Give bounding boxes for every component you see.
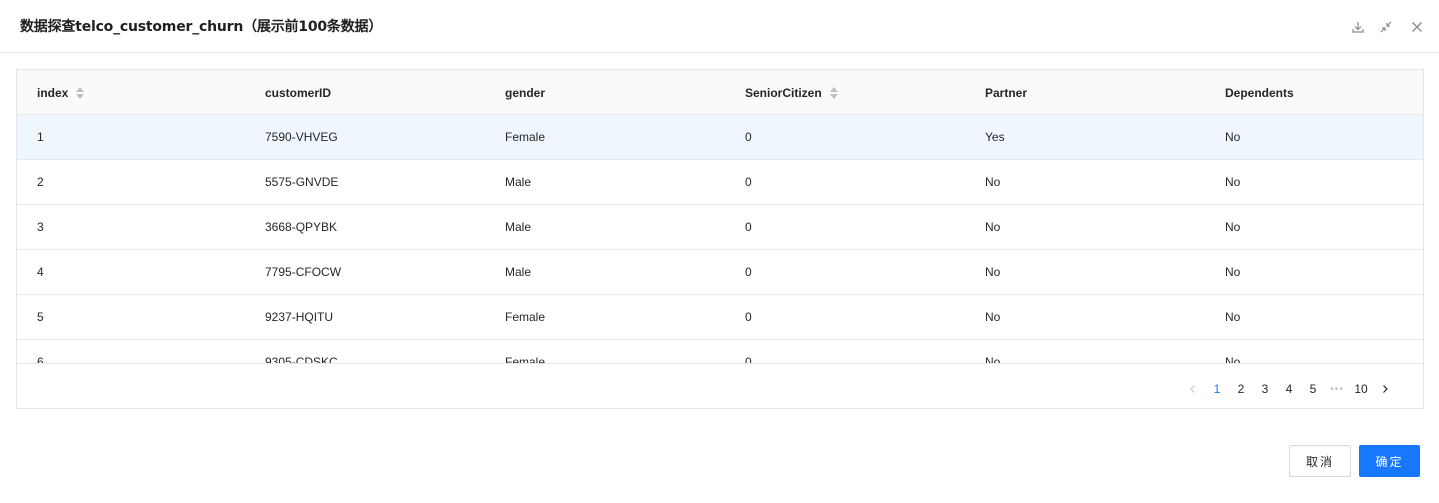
cell-customerid: 7590-VHVEG <box>265 130 338 144</box>
cell-gender: Female <box>505 310 546 324</box>
cell-partner: No <box>985 265 1001 279</box>
cell-partner: Yes <box>985 130 1005 144</box>
chevron-right-icon <box>1383 385 1388 393</box>
page-1-button[interactable]: 1 <box>1205 377 1229 401</box>
download-icon[interactable] <box>1351 20 1365 34</box>
table-row[interactable]: 2 5575-GNVDE Male 0 No No <box>17 160 1423 205</box>
cell-index: 5 <box>37 310 44 324</box>
cell-index: 2 <box>37 175 44 189</box>
column-header-gender: gender <box>505 70 545 115</box>
cell-dependents: No <box>1225 310 1241 324</box>
column-header-label: Dependents <box>1225 85 1294 100</box>
column-header-label: customerID <box>265 85 332 100</box>
column-header-index[interactable]: index <box>37 70 85 115</box>
cell-customerid: 9305-CDSKC <box>265 355 338 364</box>
cell-seniorcitizen: 0 <box>745 265 752 279</box>
sort-icon[interactable] <box>76 86 85 99</box>
data-preview-modal: 数据探查telco_customer_churn（展示前100条数据） inde… <box>0 0 1439 503</box>
page-4-button[interactable]: 4 <box>1277 377 1301 401</box>
cell-gender: Male <box>505 220 532 234</box>
cell-seniorcitizen: 0 <box>745 310 752 324</box>
column-header-customerid: customerID <box>265 70 331 115</box>
cell-dependents: No <box>1225 220 1241 234</box>
cell-partner: No <box>985 220 1001 234</box>
cell-dependents: No <box>1225 130 1241 144</box>
cell-dependents: No <box>1225 265 1241 279</box>
cell-partner: No <box>985 355 1001 364</box>
table-header: index customerID gender SeniorCitizen Pa… <box>17 70 1423 115</box>
cell-seniorcitizen: 0 <box>745 220 752 234</box>
table-body: 1 7590-VHVEG Female 0 Yes No 2 5575-GNVD… <box>17 115 1423 364</box>
sort-icon[interactable] <box>829 86 838 99</box>
cell-customerid: 3668-QPYBK <box>265 220 338 234</box>
next-page-button[interactable] <box>1373 377 1397 401</box>
column-header-label: SeniorCitizen <box>745 85 822 100</box>
confirm-button[interactable]: 确定 <box>1359 445 1420 477</box>
close-icon[interactable] <box>1410 20 1424 34</box>
cell-dependents: No <box>1225 175 1241 189</box>
page-2-button[interactable]: 2 <box>1229 377 1253 401</box>
modal-title: 数据探查telco_customer_churn（展示前100条数据） <box>20 19 383 35</box>
table-row[interactable]: 1 7590-VHVEG Female 0 Yes No <box>17 115 1423 160</box>
data-table: index customerID gender SeniorCitizen Pa… <box>16 69 1424 409</box>
cell-index: 3 <box>37 220 44 234</box>
cell-gender: Male <box>505 265 532 279</box>
modal-header: 数据探查telco_customer_churn（展示前100条数据） <box>0 0 1439 53</box>
cell-customerid: 5575-GNVDE <box>265 175 339 189</box>
prev-page-button[interactable] <box>1181 377 1205 401</box>
cell-seniorcitizen: 0 <box>745 130 752 144</box>
cell-customerid: 9237-HQITU <box>265 310 334 324</box>
cell-dependents: No <box>1225 355 1241 364</box>
pagination: 1 2 3 4 5 ••• 10 <box>1181 377 1397 401</box>
cell-index: 4 <box>37 265 44 279</box>
jump-next-ellipsis[interactable]: ••• <box>1325 377 1349 401</box>
column-header-dependents: Dependents <box>1225 70 1294 115</box>
column-header-seniorcitizen[interactable]: SeniorCitizen <box>745 70 838 115</box>
cell-index: 1 <box>37 130 44 144</box>
table-row[interactable]: 3 3668-QPYBK Male 0 No No <box>17 205 1423 250</box>
cell-index: 6 <box>37 355 44 364</box>
cell-gender: Male <box>505 175 532 189</box>
cell-seniorcitizen: 0 <box>745 175 752 189</box>
cell-customerid: 7795-CFOCW <box>265 265 342 279</box>
cancel-button[interactable]: 取消 <box>1289 445 1351 477</box>
cell-seniorcitizen: 0 <box>745 355 752 364</box>
table-row[interactable]: 4 7795-CFOCW Male 0 No No <box>17 250 1423 295</box>
table-row[interactable]: 6 9305-CDSKC Female 0 No No <box>17 340 1423 364</box>
page-5-button[interactable]: 5 <box>1301 377 1325 401</box>
column-header-label: Partner <box>985 85 1028 100</box>
cell-partner: No <box>985 310 1001 324</box>
chevron-left-icon <box>1190 385 1195 393</box>
cell-gender: Female <box>505 130 546 144</box>
cell-gender: Female <box>505 355 546 364</box>
cell-partner: No <box>985 175 1001 189</box>
page-10-button[interactable]: 10 <box>1349 377 1373 401</box>
page-3-button[interactable]: 3 <box>1253 377 1277 401</box>
table-row[interactable]: 5 9237-HQITU Female 0 No No <box>17 295 1423 340</box>
shrink-icon[interactable] <box>1379 20 1393 34</box>
column-header-label: index <box>37 85 69 100</box>
column-header-label: gender <box>505 85 546 100</box>
column-header-partner: Partner <box>985 70 1027 115</box>
